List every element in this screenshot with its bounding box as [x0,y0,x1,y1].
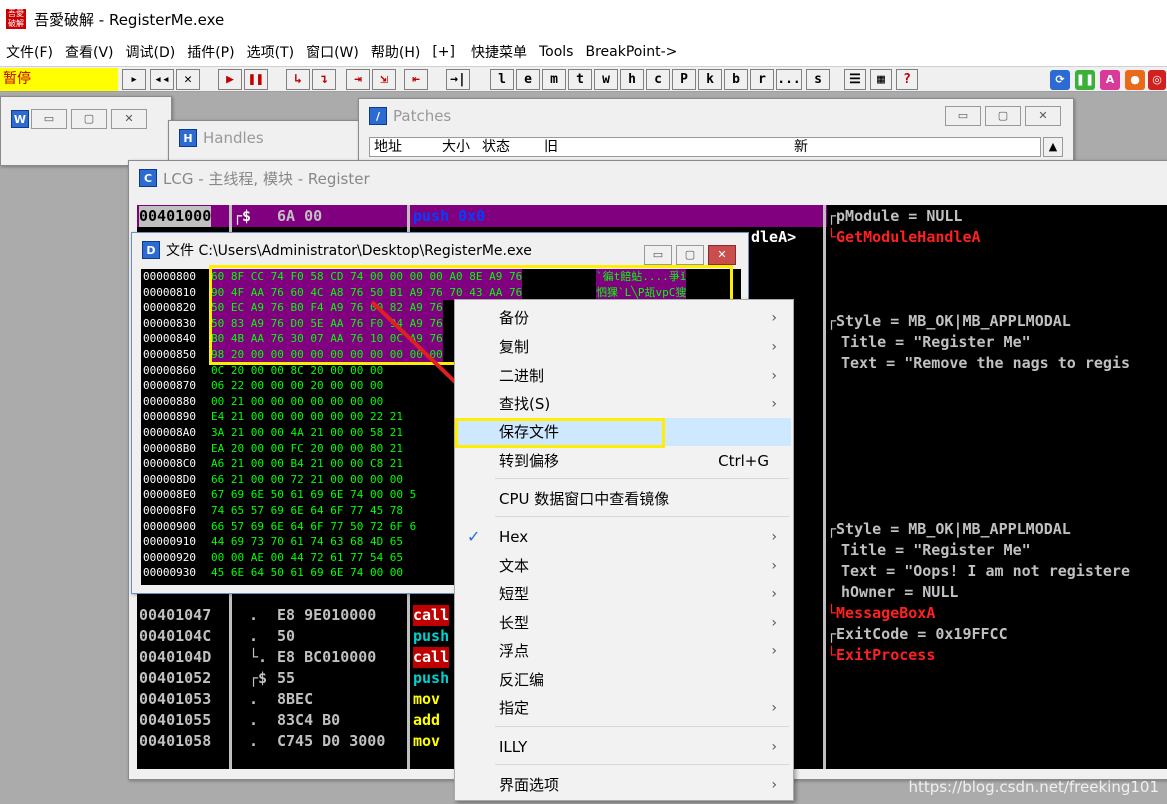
context-menu-item[interactable]: 转到偏移 Ctrl+G [457,447,791,475]
chevron-right-icon: › [771,558,777,574]
chevron-right-icon: › [771,310,777,326]
menu-separator [495,764,789,765]
context-menu-label: 查找(S) [499,395,551,413]
checkmark-icon: ✓ [467,527,481,546]
chevron-right-icon: › [771,643,777,659]
context-menu-item[interactable]: CPU 数据窗口中查看镜像 [457,485,791,513]
chevron-right-icon: › [771,777,777,793]
chevron-right-icon: › [771,739,777,755]
chevron-right-icon: › [771,586,777,602]
context-menu-label: 复制 [499,338,530,356]
context-menu-item[interactable]: ✓ Hex › [457,523,791,551]
chevron-right-icon: › [771,615,777,631]
context-menu-item[interactable]: ILLY › [457,733,791,761]
menu-separator [495,726,789,727]
menu-separator [495,478,789,479]
context-menu-label: 界面选项 [499,776,560,794]
context-menu-item[interactable]: 短型 › [457,580,791,608]
context-menu-label: 文本 [499,557,530,575]
watermark: https://blog.csdn.net/freeking101 [908,778,1159,796]
shortcut-label: Ctrl+G [718,452,769,470]
context-menu-item[interactable]: 指定 › [457,694,791,722]
context-menu-item[interactable]: 长型 › [457,609,791,637]
context-menu-label: 转到偏移 [499,452,560,470]
chevron-right-icon: › [771,368,777,384]
chevron-right-icon: › [771,339,777,355]
menu-separator [495,516,789,517]
context-menu: 备份 › 复制 › 二进制 › 查找(S) › 保存文件 转到偏移 Ctrl+G CPU 数据窗口中查… [454,299,794,801]
context-menu-item[interactable]: 界面选项 › [457,771,791,799]
context-menu-label: 浮点 [499,642,530,660]
context-menu-label: 反汇编 [499,671,545,689]
context-menu-label: 长型 [499,614,530,632]
context-menu-label: CPU 数据窗口中查看镜像 [499,490,670,508]
chevron-right-icon: › [771,529,777,545]
context-menu-item[interactable]: 反汇编 [457,666,791,694]
context-menu-item[interactable]: 浮点 › [457,637,791,665]
context-menu-label: 短型 [499,585,530,603]
context-menu-label: 二进制 [499,367,545,385]
chevron-right-icon: › [771,396,777,412]
context-menu-item[interactable]: 备份 › [457,304,791,332]
context-menu-item[interactable]: 文本 › [457,552,791,580]
context-menu-item[interactable]: 复制 › [457,333,791,361]
context-menu-label: 指定 [499,699,530,717]
context-menu-label: 备份 [499,309,530,327]
context-menu-label: Hex [499,528,529,546]
context-menu-item[interactable]: 二进制 › [457,362,791,390]
menu-highlight-box [455,418,665,448]
context-menu-label: ILLY [499,738,528,756]
context-menu-item[interactable]: 查找(S) › [457,390,791,418]
chevron-right-icon: › [771,700,777,716]
